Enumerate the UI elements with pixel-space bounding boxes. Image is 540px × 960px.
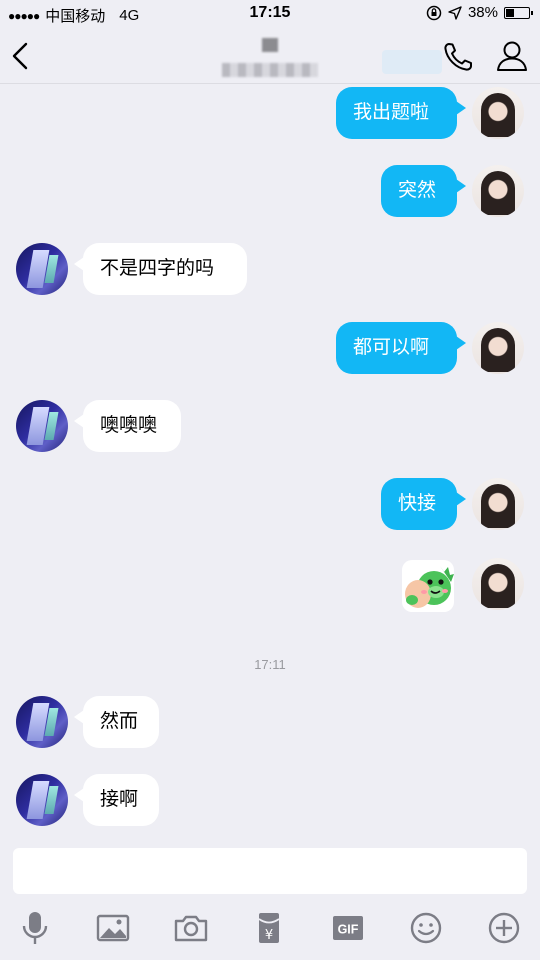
my-avatar[interactable]: [472, 165, 524, 217]
message-text: 噢噢噢: [100, 415, 158, 436]
camera-button[interactable]: [173, 910, 209, 946]
message-text: 不是四字的吗: [100, 258, 215, 279]
my-avatar[interactable]: [472, 87, 524, 139]
message-text: 都可以啊: [353, 337, 430, 358]
location-icon: [448, 5, 462, 20]
battery-percent: 38%: [467, 4, 498, 21]
message-bubble[interactable]: 我出题啦: [336, 87, 457, 139]
message-bubble[interactable]: 快接: [381, 478, 457, 530]
battery-icon: [504, 6, 533, 19]
photo-button[interactable]: [95, 910, 131, 946]
message-bubble[interactable]: 噢噢噢: [83, 400, 181, 452]
friend-avatar[interactable]: [16, 696, 68, 748]
bubble-tail: [456, 101, 466, 115]
message-text: 突然: [398, 180, 437, 201]
message-bubble[interactable]: 都可以啊: [336, 322, 457, 374]
contact-title[interactable]: [180, 38, 360, 77]
more-button[interactable]: [486, 910, 522, 946]
gif-label: GIF: [338, 923, 359, 937]
gif-icon: GIF: [333, 916, 363, 940]
friend-avatar[interactable]: [16, 774, 68, 826]
message-text: 接啊: [100, 789, 139, 810]
message-bubble[interactable]: 接啊: [83, 774, 159, 826]
voice-button[interactable]: [17, 910, 53, 946]
my-avatar[interactable]: [472, 478, 524, 530]
timestamp-divider: 17:11: [254, 657, 286, 672]
contact-name-blurred: [262, 38, 278, 52]
watermark-overlay: [382, 50, 442, 74]
bubble-tail: [456, 336, 466, 350]
message-bubble[interactable]: 不是四字的吗: [83, 243, 247, 295]
camera-icon: [174, 915, 208, 942]
plus-icon: [488, 912, 520, 944]
message-bubble[interactable]: 突然: [381, 165, 457, 217]
emoji-button[interactable]: [408, 910, 444, 946]
emoji-icon: [410, 912, 442, 944]
phone-icon: [444, 43, 472, 71]
back-button[interactable]: [8, 38, 40, 74]
my-avatar[interactable]: [472, 558, 524, 610]
friend-avatar[interactable]: [16, 400, 68, 452]
input-toolbar: ¥ GIF: [0, 900, 540, 960]
call-button[interactable]: [440, 40, 476, 74]
message-text: 我出题啦: [353, 102, 430, 123]
my-avatar[interactable]: [472, 322, 524, 374]
contact-status-blurred: [222, 63, 318, 77]
lock-rotation-icon: [426, 5, 442, 20]
microphone-icon: [22, 912, 48, 944]
message-bubble[interactable]: 然而: [83, 696, 159, 748]
bubble-tail: [456, 179, 466, 193]
gif-button[interactable]: GIF: [330, 910, 366, 946]
bubble-tail: [456, 492, 466, 506]
red-packet-button[interactable]: ¥: [251, 910, 287, 946]
chat-header: [0, 28, 540, 84]
chevron-left-icon: [12, 42, 28, 70]
green-dinosaur-sticker[interactable]: [400, 558, 456, 614]
friend-avatar[interactable]: [16, 243, 68, 295]
person-icon: [497, 41, 527, 71]
red-packet-icon: ¥: [258, 913, 280, 943]
message-input[interactable]: [13, 848, 527, 894]
profile-button[interactable]: [494, 39, 530, 73]
red-packet-symbol: ¥: [265, 928, 273, 943]
image-icon: [96, 914, 130, 942]
message-text: 快接: [398, 493, 437, 514]
status-bar: ●●●●● 中国移动 4G 17:15 38%: [0, 0, 540, 28]
message-text: 然而: [100, 711, 139, 732]
